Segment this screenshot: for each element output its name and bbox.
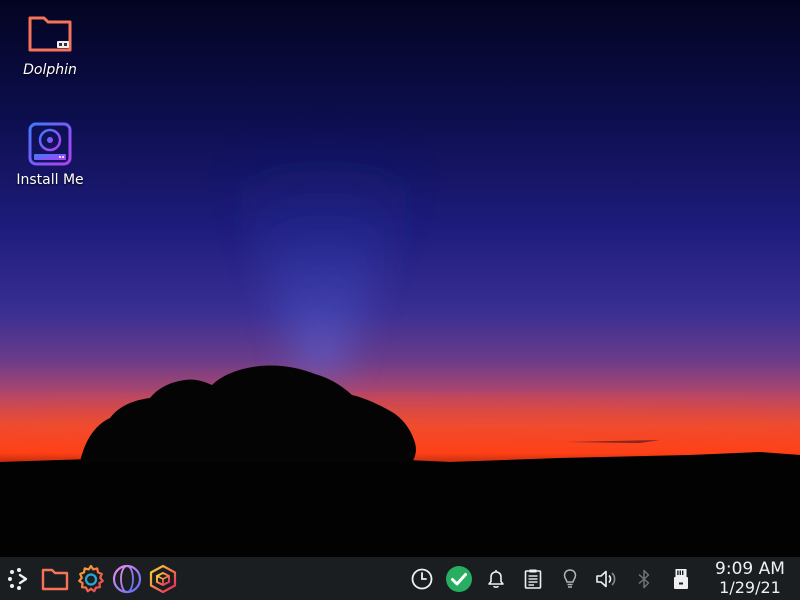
wallpaper [0, 0, 800, 600]
clock-tray-button[interactable] [404, 561, 440, 597]
desktop-icon-install-me[interactable]: Install Me [5, 120, 95, 188]
installer-disc-icon [28, 122, 72, 166]
folder-icon [28, 16, 72, 52]
volume-tray-button[interactable] [589, 561, 625, 597]
volume-icon [596, 570, 616, 587]
updates-tray-button[interactable] [441, 561, 477, 597]
application-launcher-button[interactable] [1, 561, 37, 597]
web-browser-globe-icon [112, 564, 142, 593]
storage-devices-tray-button[interactable] [663, 561, 699, 597]
desktop[interactable]: Dolphin Install Me 9:09 AM 1/29/21 [0, 0, 800, 600]
bluetooth-tray-button[interactable] [626, 561, 662, 597]
digital-clock[interactable]: 9:09 AM 1/29/21 [700, 561, 800, 596]
clock-time: 9:09 AM [715, 559, 785, 579]
system-tray: 9:09 AM 1/29/21 [404, 561, 800, 597]
updates-check-icon [446, 565, 472, 592]
web-browser-launcher[interactable] [109, 561, 145, 597]
package-manager-icon [149, 564, 177, 593]
bluetooth-icon [638, 569, 650, 588]
night-color-tray-button[interactable] [552, 561, 588, 597]
clipboard-tray-button[interactable] [515, 561, 551, 597]
desktop-icon-dolphin[interactable]: Dolphin [5, 10, 95, 78]
desktop-icon-label: Install Me [16, 172, 84, 188]
desktop-icon-label: Dolphin [23, 62, 77, 78]
taskbar: 9:09 AM 1/29/21 [0, 557, 800, 600]
system-settings-launcher[interactable] [73, 561, 109, 597]
task-manager [0, 561, 181, 597]
system-settings-gear-icon [78, 564, 104, 592]
storage-device-icon [674, 568, 688, 589]
clock-date: 1/29/21 [719, 578, 781, 597]
package-manager-launcher[interactable] [145, 561, 181, 597]
notifications-tray-button[interactable] [478, 561, 514, 597]
clipboard-icon [524, 569, 542, 589]
clock-icon [411, 568, 433, 589]
notifications-bell-icon [488, 569, 504, 588]
night-color-bulb-icon [563, 568, 577, 588]
application-launcher-icon [8, 567, 28, 590]
dolphin-launcher[interactable] [37, 561, 73, 597]
dolphin-folder-icon [41, 568, 69, 590]
